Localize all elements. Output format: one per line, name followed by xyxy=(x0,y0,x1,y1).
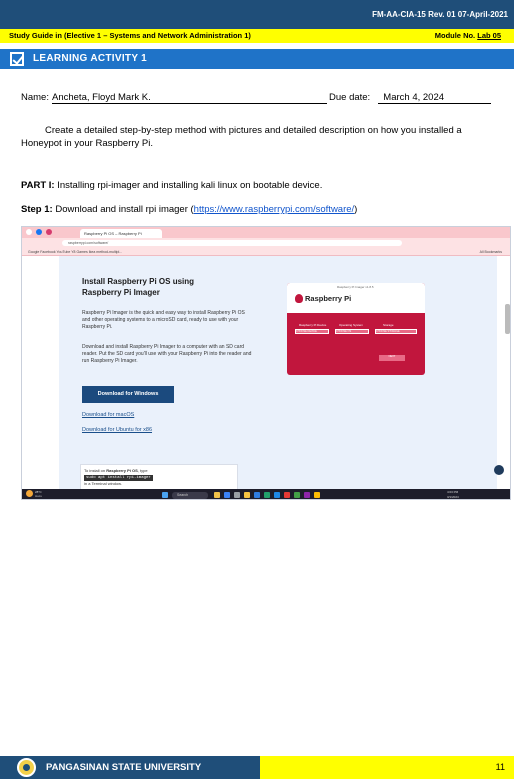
choose-storage-button[interactable]: CHOOSE STORAGE xyxy=(375,329,417,334)
taskbar-search[interactable]: Search xyxy=(172,491,208,499)
university-name: PANGASINAN STATE UNIVERSITY xyxy=(46,762,202,773)
page-number: 11 xyxy=(495,762,505,772)
rpi-software-link[interactable]: https://www.raspberrypi.com/software/ xyxy=(194,204,355,215)
app-icon xyxy=(46,229,52,235)
name-label: Name: xyxy=(21,92,49,103)
folder-icon[interactable] xyxy=(244,492,250,498)
imager-device-label: Raspberry Pi Device xyxy=(299,323,327,327)
module-value: Lab 05 xyxy=(477,31,501,40)
instructions: Create a detailed step-by-step method wi… xyxy=(21,125,462,149)
form-code: FM-AA-CIA-15 Rev. 01 07-April-2021 xyxy=(372,10,508,19)
browser-tab-strip: Raspberry Pi OS – Raspberry Pi xyxy=(22,227,510,238)
app-icon[interactable] xyxy=(224,492,230,498)
chat-icon[interactable] xyxy=(494,465,504,475)
app-icon[interactable] xyxy=(294,492,300,498)
top-header-bar: FM-AA-CIA-15 Rev. 01 07-April-2021 xyxy=(0,0,514,29)
address-bar-row: raspberrypi.com/software/ xyxy=(22,238,510,248)
download-macos-link[interactable]: Download for macOS xyxy=(82,412,134,418)
install-note-end: in a Terminal window. xyxy=(84,481,122,486)
browser-tab[interactable]: Raspberry Pi OS – Raspberry Pi xyxy=(80,229,162,238)
taskbar-date: 3/1/2024 xyxy=(447,495,459,499)
choose-os-button[interactable]: CHOOSE OS xyxy=(335,329,369,334)
imager-next-button[interactable]: NEXT xyxy=(379,355,405,361)
step-one-text: Download and install rpi imager ( xyxy=(52,204,194,215)
install-heading: Install Raspberry Pi OS using Raspberry … xyxy=(82,277,195,297)
imager-brand: Raspberry Pi xyxy=(305,294,352,303)
facebook-icon xyxy=(36,229,42,235)
install-note-prefix: To install on xyxy=(84,468,107,473)
app-icon[interactable] xyxy=(254,492,260,498)
name-value: Ancheta, Floyd Mark K. xyxy=(52,92,327,104)
download-paragraph: Download and install Raspberry Pi Imager… xyxy=(82,344,252,364)
app-icon[interactable] xyxy=(274,492,280,498)
app-icon[interactable] xyxy=(234,492,240,498)
module-label: Module No. xyxy=(434,31,478,40)
bookmarks[interactable]: Google Facebook YouTube Y8 Games Ikea me… xyxy=(28,250,122,254)
footer-yellow-band: 11 xyxy=(260,756,514,779)
due-date-text: March 4, 2024 xyxy=(383,92,445,103)
step-one: Step 1: Download and install rpi imager … xyxy=(21,204,357,215)
module-number: Module No. Lab 05 xyxy=(435,31,501,40)
bookmarks-bar: Google Facebook YouTube Y8 Games Ikea me… xyxy=(22,248,510,256)
browser-screenshot: Raspberry Pi OS – Raspberry Pi raspberry… xyxy=(21,226,511,500)
footer-blue-band: PANGASINAN STATE UNIVERSITY xyxy=(0,756,260,779)
university-seal-icon xyxy=(17,758,36,777)
learning-activity-title: LEARNING ACTIVITY 1 xyxy=(33,53,148,64)
imager-os-label: Operating System xyxy=(339,323,364,327)
part-one-label: PART I: xyxy=(21,180,55,191)
windows-taskbar: 28°C Haze Search 4:03 PM 3/1/2024 xyxy=(22,489,510,499)
weather-icon xyxy=(26,490,33,497)
start-icon[interactable] xyxy=(162,492,168,498)
learning-activity-bar: LEARNING ACTIVITY 1 xyxy=(0,49,514,69)
all-bookmarks[interactable]: All Bookmarks xyxy=(480,248,502,256)
study-guide-bar: Study Guide in (Elective 1 – Systems and… xyxy=(0,29,514,43)
choose-device-button[interactable]: CHOOSE DEVICE xyxy=(295,329,329,334)
part-one: PART I: Installing rpi-imager and instal… xyxy=(21,180,322,191)
imager-window: Raspberry Pi Imager v1.8.5 Raspberry Pi … xyxy=(287,283,425,375)
footer: PANGASINAN STATE UNIVERSITY 11 xyxy=(0,756,514,779)
menu-icon xyxy=(26,229,32,235)
imager-header: Raspberry Pi Imager v1.8.5 Raspberry Pi xyxy=(287,283,425,313)
app-icon[interactable] xyxy=(284,492,290,498)
install-note-suffix: , type xyxy=(137,468,148,473)
chrome-icon[interactable] xyxy=(314,492,320,498)
webpage: Install Raspberry Pi OS using Raspberry … xyxy=(22,256,510,493)
study-guide-title: Study Guide in (Elective 1 – Systems and… xyxy=(9,31,251,40)
name-due-row: Name: Ancheta, Floyd Mark K. Due date: M… xyxy=(21,92,501,106)
weather-text: Haze xyxy=(35,494,43,498)
taskbar-time: 4:03 PM xyxy=(447,490,459,494)
address-bar[interactable]: raspberrypi.com/software/ xyxy=(62,240,402,246)
due-date-value: March 4, 2024 xyxy=(378,92,491,104)
app-icon[interactable] xyxy=(214,492,220,498)
imager-window-title: Raspberry Pi Imager v1.8.5 xyxy=(337,285,374,289)
download-windows-button[interactable]: Download for Windows xyxy=(82,386,174,403)
install-note-os: Raspberry Pi OS xyxy=(106,468,138,473)
download-ubuntu-link[interactable]: Download for Ubuntu for x86 xyxy=(82,427,152,433)
raspberry-logo-icon xyxy=(295,294,303,303)
due-date-label: Due date: xyxy=(329,92,371,103)
part-one-text: Installing rpi-imager and installing kal… xyxy=(54,180,323,191)
step-one-label: Step 1: xyxy=(21,204,53,215)
checkbox-icon xyxy=(10,52,24,66)
page-scrollbar[interactable] xyxy=(505,304,510,334)
imager-storage-label: Storage xyxy=(383,323,394,327)
intro-paragraph: Raspberry Pi Imager is the quick and eas… xyxy=(82,310,245,330)
step-one-close: ) xyxy=(354,204,358,215)
app-icon[interactable] xyxy=(264,492,270,498)
app-icon[interactable] xyxy=(304,492,310,498)
